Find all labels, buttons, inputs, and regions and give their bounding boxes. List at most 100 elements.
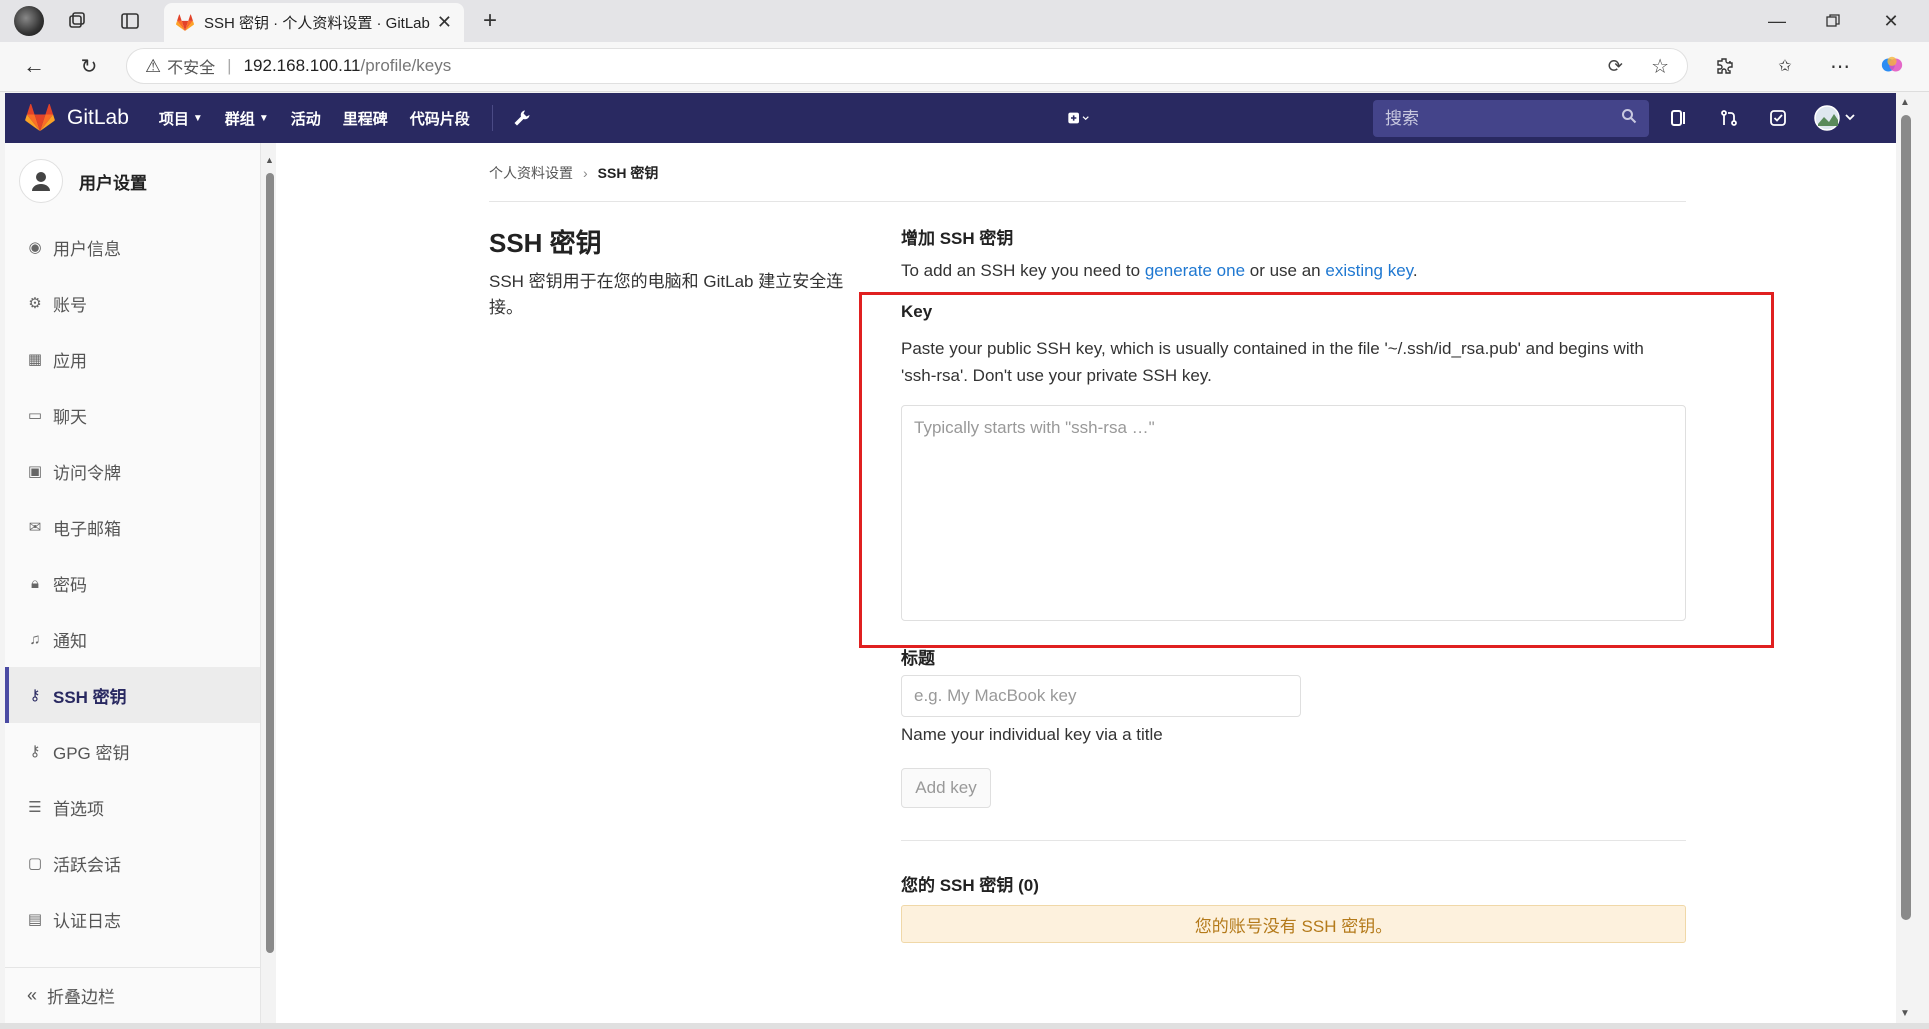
page-scroll-thumb[interactable] bbox=[1901, 115, 1911, 920]
nav-milestones[interactable]: 里程碑 bbox=[343, 105, 388, 131]
search-icon[interactable] bbox=[1621, 108, 1637, 129]
search-input[interactable] bbox=[1385, 108, 1621, 129]
section-divider bbox=[901, 840, 1686, 841]
main-content: 个人资料设置 › SSH 密钥 SSH 密钥 SSH 密钥用于在您的电脑和 Gi… bbox=[276, 143, 1896, 1023]
gitlab-favicon-icon bbox=[176, 13, 194, 31]
generate-one-link[interactable]: generate one bbox=[1145, 261, 1245, 280]
breadcrumb-current[interactable]: SSH 密钥 bbox=[598, 163, 659, 183]
page-scrollbar[interactable]: ▲ ▼ bbox=[1896, 93, 1916, 1023]
new-tab-icon[interactable]: + bbox=[478, 7, 502, 34]
sidebar-item-chat[interactable]: ▭ 聊天 bbox=[5, 387, 260, 443]
nav-activity-label: 活动 bbox=[290, 110, 321, 128]
admin-wrench-icon[interactable] bbox=[513, 105, 531, 131]
copilot-icon[interactable] bbox=[1880, 53, 1904, 77]
sidebar-item-account[interactable]: ⚙ 账号 bbox=[5, 275, 260, 331]
extensions-icon[interactable] bbox=[1713, 54, 1737, 78]
sidebar-item-label: 电子邮箱 bbox=[53, 519, 121, 539]
sidebar-item-notifications[interactable]: ♫ 通知 bbox=[5, 611, 260, 667]
url-path: /profile/keys bbox=[360, 56, 452, 75]
restore-icon[interactable] bbox=[1813, 8, 1853, 34]
add-key-button[interactable]: Add key bbox=[901, 768, 991, 808]
sidebar-item-label: 用户信息 bbox=[53, 239, 121, 259]
sidebar-scroll-thumb[interactable] bbox=[266, 173, 274, 953]
gitlab-logo-icon[interactable] bbox=[25, 104, 55, 132]
breadcrumb-divider bbox=[489, 201, 1686, 202]
nav-projects[interactable]: 项目 ▼ bbox=[159, 105, 203, 131]
sidebar-item-access-tokens[interactable]: ▣ 访问令牌 bbox=[5, 443, 260, 499]
nav-groups[interactable]: 群组 ▼ bbox=[225, 105, 269, 131]
sidebar-item-label: 密码 bbox=[53, 575, 87, 595]
nav-divider bbox=[491, 105, 493, 131]
title-help: Name your individual key via a title bbox=[901, 725, 1163, 744]
sidebar-item-gpg-keys[interactable]: ⚷ GPG 密钥 bbox=[5, 723, 260, 779]
sidebar-item-applications[interactable]: ▦ 应用 bbox=[5, 331, 260, 387]
gitlab-brand[interactable]: GitLab bbox=[67, 106, 129, 130]
sidebar-header[interactable]: 用户设置 bbox=[5, 143, 260, 219]
bell-icon: ♫ bbox=[29, 630, 41, 648]
merge-request-icon[interactable] bbox=[1717, 106, 1741, 130]
todo-check-icon[interactable] bbox=[1766, 106, 1790, 130]
create-new-icon[interactable] bbox=[1067, 106, 1091, 130]
scroll-up-arrow-icon[interactable]: ▲ bbox=[265, 155, 274, 165]
issues-sidebar-icon[interactable] bbox=[1667, 106, 1691, 130]
search-box[interactable] bbox=[1373, 100, 1649, 137]
sidebar-scrollbar[interactable]: ▲ bbox=[265, 155, 275, 955]
sidebar-item-auth-log[interactable]: ▤ 认证日志 bbox=[5, 891, 260, 947]
url-field[interactable]: ⚠ 不安全 | 192.168.100.11/profile/keys ⟳ ☆ bbox=[126, 48, 1688, 84]
lock-icon: 🔒︎ bbox=[31, 574, 39, 592]
workspaces-icon[interactable] bbox=[65, 9, 89, 33]
sidebar-item-active-sessions[interactable]: ▢ 活跃会话 bbox=[5, 835, 260, 891]
sidebar-item-profile[interactable]: ◉ 用户信息 bbox=[5, 219, 260, 275]
scroll-up-arrow-icon[interactable]: ▲ bbox=[1900, 97, 1910, 108]
double-chevron-left-icon: « bbox=[27, 985, 38, 1005]
read-aloud-icon[interactable]: ⟳ bbox=[1608, 56, 1623, 77]
tab-close-icon[interactable]: ✕ bbox=[437, 12, 452, 33]
favorites-icon[interactable]: ✩ bbox=[1773, 54, 1797, 78]
window-bottom-edge bbox=[0, 1023, 1929, 1029]
instructions-text: . bbox=[1412, 261, 1418, 280]
nav-projects-label: 项目 bbox=[158, 110, 189, 128]
monitor-icon: ▢ bbox=[27, 855, 43, 872]
nav-activity[interactable]: 活动 bbox=[291, 105, 321, 131]
chat-icon: ▭ bbox=[27, 407, 43, 424]
sidebar-item-label: 账号 bbox=[53, 295, 87, 315]
collapse-sidebar-button[interactable]: « 折叠边栏 bbox=[5, 967, 261, 1023]
sidebar-item-password[interactable]: 🔒︎ 密码 bbox=[5, 555, 260, 611]
close-window-icon[interactable]: ✕ bbox=[1871, 8, 1911, 34]
favorite-star-icon[interactable]: ☆ bbox=[1651, 54, 1669, 79]
top-nav: 项目 ▼ 群组 ▼ 活动 里程碑 代码片段 bbox=[159, 105, 553, 131]
user-avatar-menu[interactable] bbox=[1814, 105, 1858, 131]
sidebar-item-preferences[interactable]: ☰ 首选项 bbox=[5, 779, 260, 835]
breadcrumb-parent[interactable]: 个人资料设置 bbox=[489, 163, 573, 183]
key-icon: ⚷ bbox=[29, 687, 41, 704]
warning-icon[interactable]: ⚠ bbox=[145, 56, 161, 77]
your-keys-heading: 您的 SSH 密钥 (0) bbox=[901, 876, 1039, 895]
tab-actions-icon[interactable] bbox=[118, 9, 142, 33]
sidebar-item-label: 活跃会话 bbox=[53, 855, 121, 875]
sidebar-item-label: GPG 密钥 bbox=[53, 743, 130, 763]
minimize-icon[interactable]: — bbox=[1757, 8, 1797, 34]
scroll-down-arrow-icon[interactable]: ▼ bbox=[1900, 1008, 1910, 1019]
nav-snippets[interactable]: 代码片段 bbox=[410, 105, 470, 131]
highlight-annotation-box bbox=[859, 292, 1774, 648]
user-icon bbox=[19, 159, 63, 203]
sidebar-item-label: 聊天 bbox=[53, 407, 87, 427]
sidebar-item-emails[interactable]: ✉ 电子邮箱 bbox=[5, 499, 260, 555]
collapse-sidebar-label: 折叠边栏 bbox=[47, 988, 116, 1007]
sidebar-item-ssh-keys[interactable]: ⚷ SSH 密钥 bbox=[5, 667, 260, 723]
existing-key-link[interactable]: existing key bbox=[1325, 261, 1413, 280]
add-key-heading: 增加 SSH 密钥 bbox=[901, 229, 1014, 248]
sliders-icon: ☰ bbox=[28, 799, 42, 816]
browser-tab-active[interactable]: SSH 密钥 · 个人资料设置 · GitLab ✕ bbox=[164, 3, 464, 42]
reload-icon[interactable]: ↻ bbox=[77, 54, 101, 78]
url-host: 192.168.100.11 bbox=[243, 56, 361, 75]
insecure-label[interactable]: 不安全 bbox=[167, 54, 215, 78]
title-input[interactable] bbox=[901, 675, 1301, 717]
sidebar-item-label: SSH 密钥 bbox=[53, 687, 127, 707]
list-icon: ▤ bbox=[27, 911, 43, 928]
grid-icon: ▦ bbox=[27, 351, 43, 368]
back-icon[interactable]: ← bbox=[22, 53, 46, 78]
browser-profile-avatar[interactable] bbox=[14, 6, 44, 36]
more-menu-icon[interactable]: ⋯ bbox=[1828, 54, 1852, 78]
tab-title: SSH 密钥 · 个人资料设置 · GitLab bbox=[204, 15, 430, 32]
